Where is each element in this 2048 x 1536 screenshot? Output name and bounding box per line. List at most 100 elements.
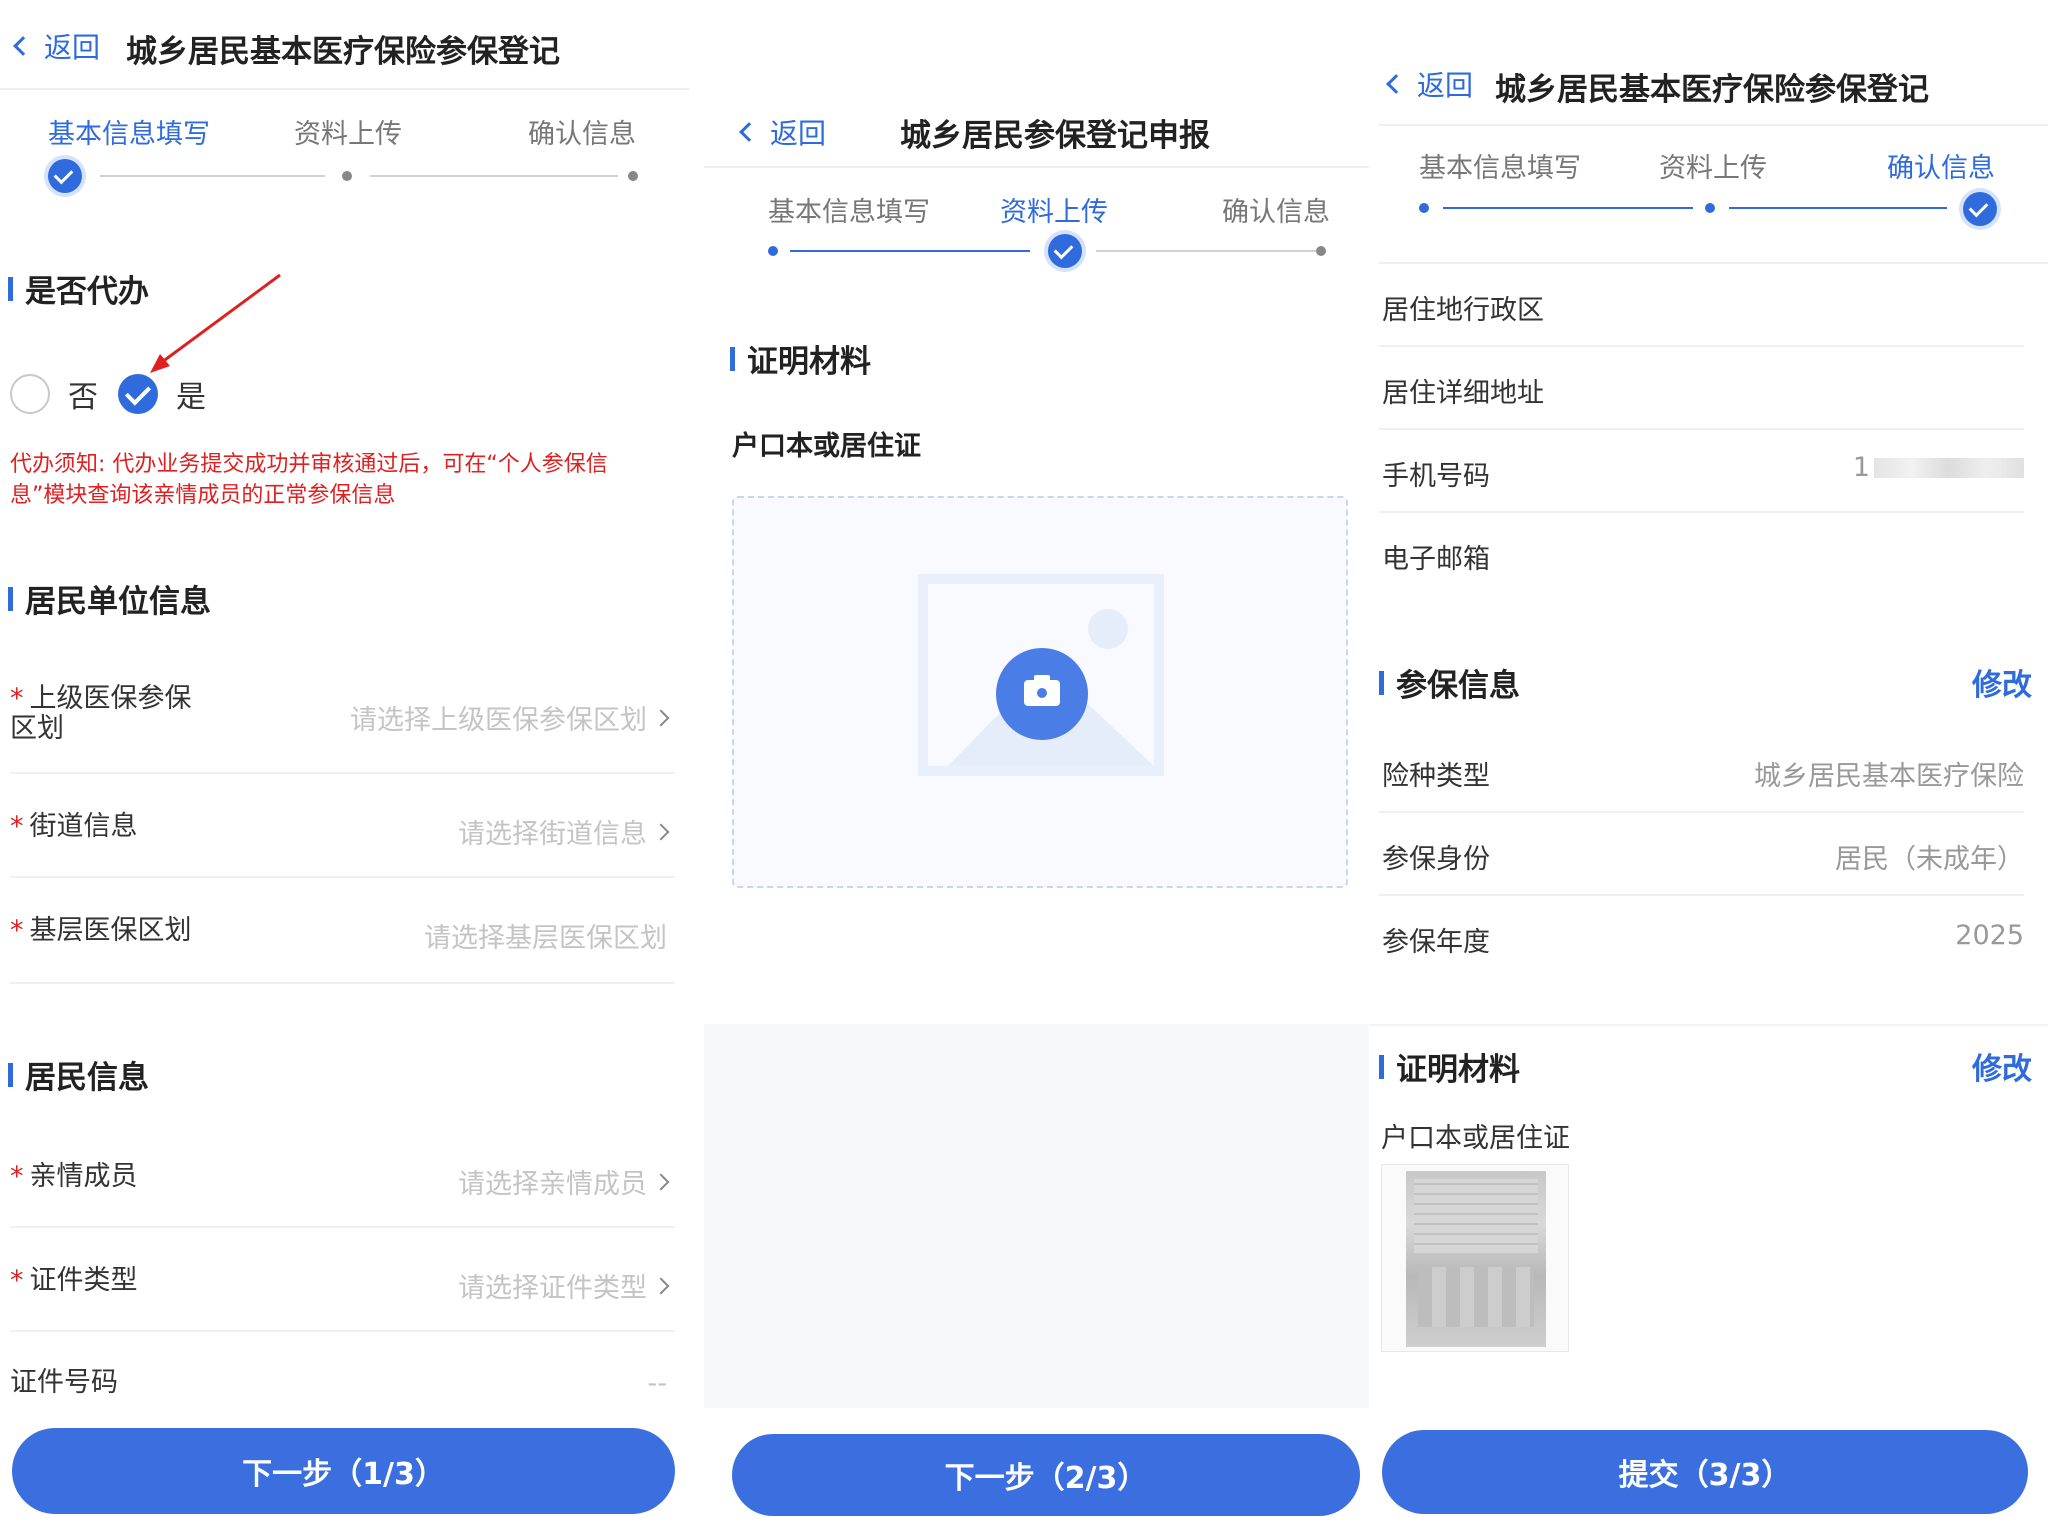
field-family-member[interactable]: * 亲情成员 请选择亲情成员 xyxy=(10,1124,675,1228)
step-line xyxy=(790,250,1030,252)
info-label: 居住详细地址 xyxy=(1382,378,1544,409)
info-label: 电子邮箱 xyxy=(1382,544,1490,575)
step-line xyxy=(1443,207,1693,209)
back-button[interactable]: 返回 xyxy=(1386,64,1474,104)
field-upper-region[interactable]: * 上级医保参保区划 请选择上级医保参保区划 xyxy=(10,670,675,774)
step-check-icon xyxy=(1048,234,1082,268)
field-label: 街道信息 xyxy=(29,811,138,842)
panel-step2: 返回 城乡居民参保登记申报 基本信息填写 资料上传 确认信息 证明材料 户口本或… xyxy=(704,0,1369,1536)
modify-materials-link[interactable]: 修改 xyxy=(1972,1044,2032,1088)
red-arrow-annotation xyxy=(150,273,281,373)
field-label: 亲情成员 xyxy=(29,1161,138,1192)
section-insurance: 参保信息 xyxy=(1379,660,1520,705)
section-resident-info: 居民信息 xyxy=(8,1052,149,1097)
field-placeholder: 请选择亲情成员 xyxy=(458,1169,647,1200)
info-value: 居民（未成年） xyxy=(1835,844,2024,875)
step-dot xyxy=(1316,246,1326,256)
step-dot xyxy=(768,246,778,256)
step-line xyxy=(100,175,325,177)
info-label: 参保身份 xyxy=(1382,844,1490,875)
back-label: 返回 xyxy=(770,117,827,150)
camera-icon xyxy=(996,648,1088,740)
step-confirm: 确认信息 xyxy=(1222,197,1330,228)
info-value: 2025 xyxy=(1955,920,2024,951)
section-proxy: 是否代办 xyxy=(8,266,149,311)
chevron-right-icon xyxy=(652,709,670,726)
panel-step1: 返回 城乡居民基本医疗保险参保登记 基本信息填写 资料上传 确认信息 是否代办 … xyxy=(0,0,690,1536)
radio-checked-icon xyxy=(118,374,158,414)
step-confirm: 确认信息 xyxy=(1887,153,1995,184)
field-label: 基层医保区划 xyxy=(29,915,192,946)
radio-no[interactable]: 否 xyxy=(10,372,98,416)
info-label: 险种类型 xyxy=(1382,761,1490,792)
chevron-left-icon xyxy=(739,122,759,142)
document-thumbnail[interactable] xyxy=(1381,1164,1569,1352)
back-label: 返回 xyxy=(44,31,101,64)
info-label: 参保年度 xyxy=(1382,927,1490,958)
chevron-right-icon xyxy=(652,1277,670,1294)
step-basic-info: 基本信息填写 xyxy=(1419,153,1581,184)
field-label: 上级医保参保区划 xyxy=(10,683,192,744)
modify-insurance-link[interactable]: 修改 xyxy=(1972,660,2032,704)
section-materials-confirm: 证明材料 xyxy=(1379,1044,1520,1089)
field-value: -- xyxy=(647,1368,668,1399)
section-materials: 证明材料 xyxy=(730,336,871,381)
info-label: 手机号码 xyxy=(1382,461,1490,492)
doc-label: 户口本或居住证 xyxy=(732,431,921,462)
chevron-left-icon xyxy=(13,36,33,56)
field-label: 证件类型 xyxy=(29,1265,138,1296)
field-placeholder: 请选择基层医保区划 xyxy=(424,923,667,954)
step-basic-info: 基本信息填写 xyxy=(768,197,930,228)
chevron-right-icon xyxy=(652,823,670,840)
section-unit-info: 居民单位信息 xyxy=(8,576,211,621)
field-id-type[interactable]: * 证件类型 请选择证件类型 xyxy=(10,1228,675,1332)
step-dot xyxy=(1705,203,1715,213)
radio-yes[interactable]: 是 xyxy=(118,372,206,416)
radio-unchecked-icon xyxy=(10,374,50,414)
field-id-number[interactable]: 证件号码 -- xyxy=(10,1332,675,1422)
page-title: 城乡居民参保登记申报 xyxy=(900,118,1210,154)
page-title: 城乡居民基本医疗保险参保登记 xyxy=(1495,72,1929,108)
field-street[interactable]: * 街道信息 请选择街道信息 xyxy=(10,774,675,878)
step-check-icon xyxy=(1963,192,1997,226)
info-row-identity: 参保身份 居民（未成年） xyxy=(1379,813,2024,896)
back-button[interactable]: 返回 xyxy=(739,112,827,152)
info-row-address: 居住详细地址 xyxy=(1379,347,2024,430)
next-button-2[interactable]: 下一步（2/3） xyxy=(732,1434,1360,1516)
step-dot xyxy=(342,171,352,181)
back-button[interactable]: 返回 xyxy=(13,26,101,66)
field-base-region[interactable]: * 基层医保区划 请选择基层医保区划 xyxy=(10,878,675,984)
info-row-year: 参保年度 2025 xyxy=(1379,896,2024,979)
submit-button[interactable]: 提交（3/3） xyxy=(1382,1430,2028,1514)
step-line xyxy=(1729,207,1947,209)
step-upload: 资料上传 xyxy=(294,119,402,150)
field-placeholder: 请选择证件类型 xyxy=(458,1273,647,1304)
step-dot xyxy=(1419,203,1429,213)
step-check-icon xyxy=(48,159,82,193)
field-placeholder: 请选择上级医保参保区划 xyxy=(350,705,647,736)
info-row-insurance-type: 险种类型 城乡居民基本医疗保险 xyxy=(1379,730,2024,813)
step-line xyxy=(370,175,618,177)
info-value: 城乡居民基本医疗保险 xyxy=(1754,761,2024,792)
back-label: 返回 xyxy=(1417,69,1474,102)
header-divider xyxy=(0,88,690,90)
info-label: 居住地行政区 xyxy=(1382,295,1544,326)
header-divider xyxy=(1379,124,2048,126)
chevron-right-icon xyxy=(652,1173,670,1190)
step-dot xyxy=(628,171,638,181)
step-upload: 资料上传 xyxy=(1000,197,1108,228)
step-line xyxy=(1096,250,1316,252)
doc-label: 户口本或居住证 xyxy=(1381,1123,1570,1154)
blurred-phone xyxy=(1874,457,2024,478)
next-button-1[interactable]: 下一步（1/3） xyxy=(12,1428,675,1514)
info-row-district: 居住地行政区 xyxy=(1379,264,2024,347)
field-placeholder: 请选择街道信息 xyxy=(458,819,647,850)
chevron-left-icon xyxy=(1386,74,1406,94)
step-upload: 资料上传 xyxy=(1659,153,1767,184)
info-row-phone: 手机号码 1 xyxy=(1379,430,2024,513)
upload-area[interactable] xyxy=(732,496,1348,888)
header-divider xyxy=(704,166,1369,168)
info-value: 1 xyxy=(1852,452,1870,483)
info-row-email: 电子邮箱 xyxy=(1379,513,2024,596)
proxy-notice: 代办须知: 代办业务提交成功并审核通过后，可在“个人参保信息”模块查询该亲情成员… xyxy=(10,452,608,508)
